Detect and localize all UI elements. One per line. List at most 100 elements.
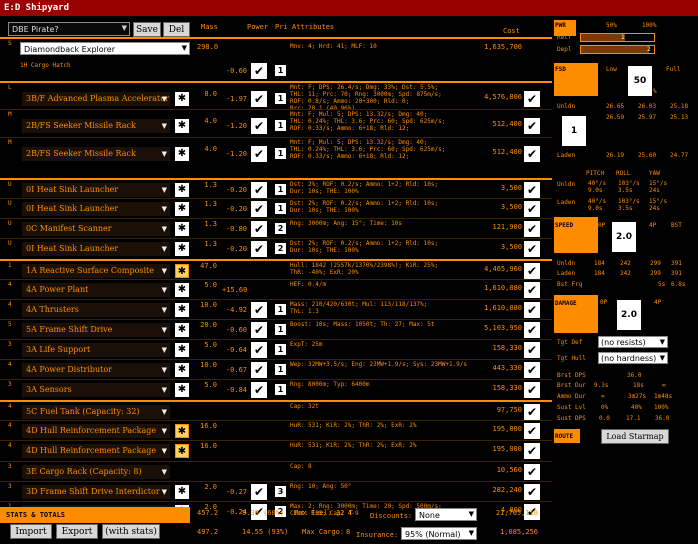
module-cost-checkbox[interactable]: ✔ <box>524 118 540 134</box>
module-cost-checkbox[interactable]: ✔ <box>524 146 540 162</box>
module-enabled-checkbox[interactable]: ✔ <box>251 241 267 257</box>
module-select[interactable]: 2B/FS Seeker Missile Rack ▼ <box>22 119 170 133</box>
module-enabled-checkbox[interactable]: ✔ <box>251 322 267 338</box>
fsd-fuel-input[interactable]: 50 <box>628 66 652 96</box>
export-button[interactable]: Export <box>56 524 98 539</box>
blueprint-icon[interactable]: ✱ <box>175 343 189 357</box>
module-enabled-checkbox[interactable]: ✔ <box>251 382 267 398</box>
blueprint-icon[interactable]: ✱ <box>175 444 189 458</box>
cargo-hatch-priority[interactable]: 1 <box>274 64 287 77</box>
export-with-stats-button[interactable]: (with stats) <box>102 524 160 539</box>
load-starmap-button[interactable]: Load Starmap <box>601 429 669 444</box>
blueprint-icon[interactable]: ✱ <box>175 303 189 317</box>
module-cost-checkbox[interactable]: ✔ <box>524 362 540 378</box>
discounts-select[interactable]: None ▼ <box>415 508 477 521</box>
module-cost-checkbox[interactable]: ✔ <box>524 201 540 217</box>
module-row[interactable]: U 0I Heat Sink Launcher ▼ ✱ 1.3 -0.20 ✔ 2 Dst: 2… <box>0 238 552 258</box>
module-row[interactable]: 4 4D Hull Reinforcement Package ▼ ✱ 16.0 HuR:… <box>0 420 552 440</box>
module-cost-checkbox[interactable]: ✔ <box>524 322 540 338</box>
module-cost-checkbox[interactable]: ✔ <box>524 443 540 459</box>
import-button[interactable]: Import <box>10 524 52 539</box>
module-enabled-checkbox[interactable]: ✔ <box>251 118 267 134</box>
module-enabled-checkbox[interactable]: ✔ <box>251 302 267 318</box>
blueprint-icon[interactable]: ✱ <box>175 92 189 106</box>
del-button[interactable]: Del <box>163 22 190 37</box>
module-enabled-checkbox[interactable]: ✔ <box>251 91 267 107</box>
module-enabled-checkbox[interactable]: ✔ <box>251 221 267 237</box>
module-row[interactable]: U 0C Manifest Scanner ▼ ✱ 1.3 -0.80 ✔ 2 Rng: 300… <box>0 218 552 238</box>
module-row[interactable]: 3 3E Cargo Rack (Capacity: 8) ▼ Cap: 8 10,56… <box>0 461 552 481</box>
module-priority[interactable]: 1 <box>274 119 287 132</box>
module-cost-checkbox[interactable]: ✔ <box>524 382 540 398</box>
module-priority[interactable]: 1 <box>274 183 287 196</box>
module-row[interactable]: 3 3D Frame Shift Drive Interdictor ▼ ✱ 2.0 -0… <box>0 481 552 501</box>
module-row[interactable]: U 0I Heat Sink Launcher ▼ ✱ 1.3 -0.20 ✔ 1 Dst: 2… <box>0 198 552 218</box>
tgt-def-select[interactable]: (no resists) ▼ <box>598 336 668 348</box>
module-priority[interactable]: 1 <box>274 147 287 160</box>
module-cost-checkbox[interactable]: ✔ <box>524 404 540 420</box>
cargo-hatch-row[interactable]: 1H Cargo Hatch -0.60 ✔ 1 <box>0 58 552 80</box>
blueprint-icon[interactable]: ✱ <box>175 222 189 236</box>
module-row[interactable]: 4 4D Hull Reinforcement Package ▼ ✱ 16.0 HuR:… <box>0 440 552 460</box>
module-cost-checkbox[interactable]: ✔ <box>524 342 540 358</box>
module-row[interactable]: U 0I Heat Sink Launcher ▼ ✱ 1.3 -0.20 ✔ 1 Dst: 2… <box>0 178 552 198</box>
module-select[interactable]: 3E Cargo Rack (Capacity: 8) ▼ <box>22 465 170 479</box>
module-select[interactable]: 4D Hull Reinforcement Package ▼ <box>22 424 170 438</box>
module-select[interactable]: 4A Power Plant ▼ <box>22 283 170 297</box>
module-cost-checkbox[interactable]: ✔ <box>524 484 540 500</box>
module-priority[interactable]: 1 <box>274 383 287 396</box>
module-enabled-checkbox[interactable]: ✔ <box>251 182 267 198</box>
module-priority[interactable]: 1 <box>274 363 287 376</box>
blueprint-icon[interactable]: ✱ <box>175 183 189 197</box>
module-priority[interactable]: 1 <box>274 343 287 356</box>
module-row[interactable]: M 2B/FS Seeker Missile Rack ▼ ✱ 4.0 -1.20 ✔ 1 Mn… <box>0 137 552 165</box>
module-row[interactable]: 3 3A Life Support ▼ ✱ 5.0 -0.64 ✔ 1 ExpT: 25m 158… <box>0 339 552 359</box>
module-row[interactable]: 4 5C Fuel Tank (Capacity: 32) ▼ Cap: 32t 97,… <box>0 400 552 420</box>
blueprint-icon[interactable]: ✱ <box>175 424 189 438</box>
module-select[interactable]: 1A Reactive Surface Composite ▼ <box>22 264 170 278</box>
module-row[interactable]: 1 1A Reactive Surface Composite ▼ ✱ 47.0 Hull… <box>0 259 552 279</box>
module-priority[interactable]: 3 <box>274 485 287 498</box>
module-row[interactable]: 4 4A Power Plant ▼ ✱ 5.0 +15.60 HEF: 0.4/m 1,61… <box>0 279 552 299</box>
speed-pips-input[interactable]: 2.0 <box>612 222 636 252</box>
module-priority[interactable]: 1 <box>274 303 287 316</box>
module-row[interactable]: L 3B/F Advanced Plasma Accelerator ▼ ✱ 8.0 -1… <box>0 81 552 112</box>
blueprint-icon[interactable]: ✱ <box>175 485 189 499</box>
module-enabled-checkbox[interactable]: ✔ <box>251 201 267 217</box>
module-priority[interactable]: 1 <box>274 92 287 105</box>
module-row[interactable]: 3 3A Sensors ▼ ✱ 5.0 -0.84 ✔ 1 Rng: 8000m; Typ: … <box>0 379 552 399</box>
module-select[interactable]: 4A Power Distributor ▼ <box>22 363 170 377</box>
module-select[interactable]: 5C Fuel Tank (Capacity: 32) ▼ <box>22 405 170 419</box>
module-row[interactable]: 4 4A Thrusters ▼ ✱ 10.0 -4.92 ✔ 1 Mass: 210/420/… <box>0 299 552 319</box>
damage-pips-input[interactable]: 2.0 <box>617 300 641 330</box>
blueprint-icon[interactable]: ✱ <box>175 323 189 337</box>
module-cost-checkbox[interactable]: ✔ <box>524 91 540 107</box>
build-name-select[interactable]: DBE Pirate? ▼ <box>8 22 130 36</box>
module-select[interactable]: 3A Sensors ▼ <box>22 383 170 397</box>
module-select[interactable]: 0C Manifest Scanner ▼ <box>22 222 170 236</box>
insurance-select[interactable]: 95% (Normal) ▼ <box>401 527 477 540</box>
module-priority[interactable]: 1 <box>274 202 287 215</box>
module-select[interactable]: 0I Heat Sink Launcher ▼ <box>22 242 170 256</box>
cargo-hatch-enabled-checkbox[interactable]: ✔ <box>251 63 267 79</box>
module-select[interactable]: 5A Frame Shift Drive ▼ <box>22 323 170 337</box>
module-select[interactable]: 2B/FS Seeker Missile Rack ▼ <box>22 147 170 161</box>
module-priority[interactable]: 2 <box>274 242 287 255</box>
blueprint-icon[interactable]: ✱ <box>175 147 189 161</box>
module-cost-checkbox[interactable]: ✔ <box>524 241 540 257</box>
module-select[interactable]: 4A Thrusters ▼ <box>22 303 170 317</box>
module-priority[interactable]: 1 <box>274 323 287 336</box>
ship-select[interactable]: Diamondback Explorer ▼ <box>20 42 190 55</box>
module-enabled-checkbox[interactable]: ✔ <box>251 484 267 500</box>
module-enabled-checkbox[interactable]: ✔ <box>251 342 267 358</box>
blueprint-icon[interactable]: ✱ <box>175 383 189 397</box>
blueprint-icon[interactable]: ✱ <box>175 242 189 256</box>
module-select[interactable]: 3B/F Advanced Plasma Accelerator ▼ <box>22 92 170 106</box>
blueprint-icon[interactable]: ✱ <box>175 264 189 278</box>
module-cost-checkbox[interactable]: ✔ <box>524 221 540 237</box>
module-cost-checkbox[interactable]: ✔ <box>524 464 540 480</box>
module-cost-checkbox[interactable]: ✔ <box>524 282 540 298</box>
module-cost-checkbox[interactable]: ✔ <box>524 182 540 198</box>
module-select[interactable]: 3D Frame Shift Drive Interdictor ▼ <box>22 485 170 499</box>
save-button[interactable]: Save <box>133 22 161 37</box>
